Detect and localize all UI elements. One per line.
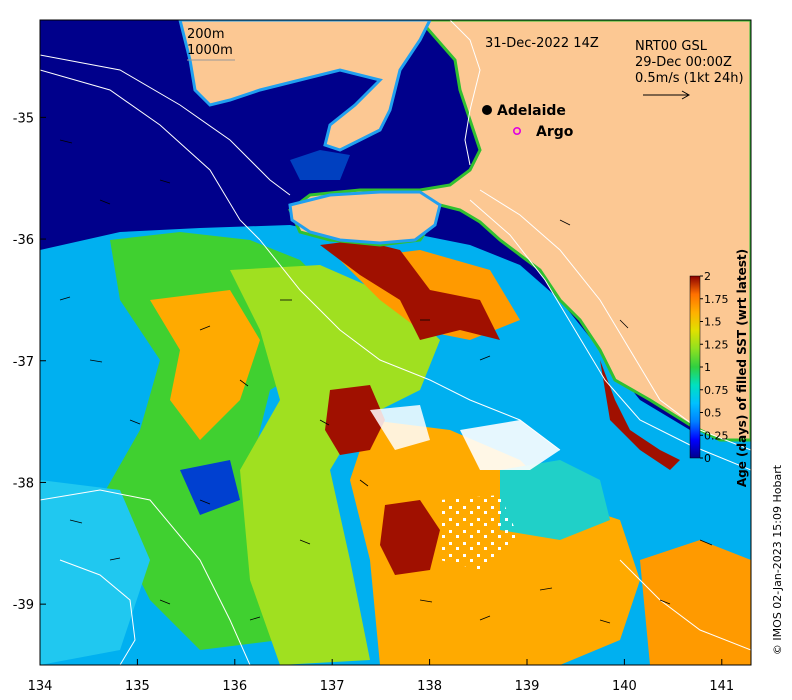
colorbar-gradient	[689, 275, 701, 459]
colorbar-tick-label: 0.75	[704, 384, 729, 397]
sst-region-orange-southeast	[640, 540, 751, 665]
x-tick-label: 141	[709, 679, 734, 694]
x-tick-label: 139	[515, 679, 540, 694]
x-tick-label: 138	[417, 679, 442, 694]
colorbar-tick-label: 0.25	[704, 429, 729, 442]
argo-label: Argo	[536, 124, 574, 140]
y-tick-label: -35	[13, 111, 34, 126]
y-tick-label: -39	[13, 598, 34, 613]
map-panel: 200m 1000m 31-Dec-2022 14Z NRT00 GSL 29-…	[40, 20, 751, 665]
vector-scale-label: 0.5m/s (1kt 24h)	[635, 71, 744, 86]
isobath-label-200m: 200m	[187, 27, 224, 42]
y-tick-label: -36	[13, 233, 34, 248]
isobath-label-1000m: 1000m	[187, 43, 233, 58]
colorbar-tick-label: 0	[704, 452, 711, 465]
product-line-1: NRT00 GSL	[635, 39, 708, 54]
colorbar-tick-label: 1.5	[704, 316, 722, 329]
colorbar-title: Age (days) of filled SST (wrt latest)	[735, 249, 749, 487]
sst-age-map-figure: 200m 1000m 31-Dec-2022 14Z NRT00 GSL 29-…	[13, 19, 784, 694]
colorbar-tick-label: 1.25	[704, 338, 729, 351]
adelaide-label: Adelaide	[497, 103, 566, 119]
credit-text: © IMOS 02-Jan-2023 15:09 Hobart	[771, 464, 784, 655]
x-tick-label: 135	[125, 679, 150, 694]
y-tick-label: -37	[13, 355, 34, 370]
x-tick-label: 137	[320, 679, 345, 694]
colorbar-tick-label: 1.75	[704, 293, 729, 306]
x-tick-label: 136	[222, 679, 247, 694]
adelaide-marker	[482, 105, 492, 115]
y-tick-label: -38	[13, 476, 34, 491]
colorbar-tick-label: 0.5	[704, 407, 722, 420]
colorbar-tick-label: 1	[704, 361, 711, 374]
x-tick-label: 140	[612, 679, 637, 694]
colorbar-tick-label: 2	[704, 270, 711, 283]
product-line-2: 29-Dec 00:00Z	[635, 55, 732, 70]
date-label: 31-Dec-2022 14Z	[485, 36, 599, 51]
x-tick-label: 134	[28, 679, 53, 694]
